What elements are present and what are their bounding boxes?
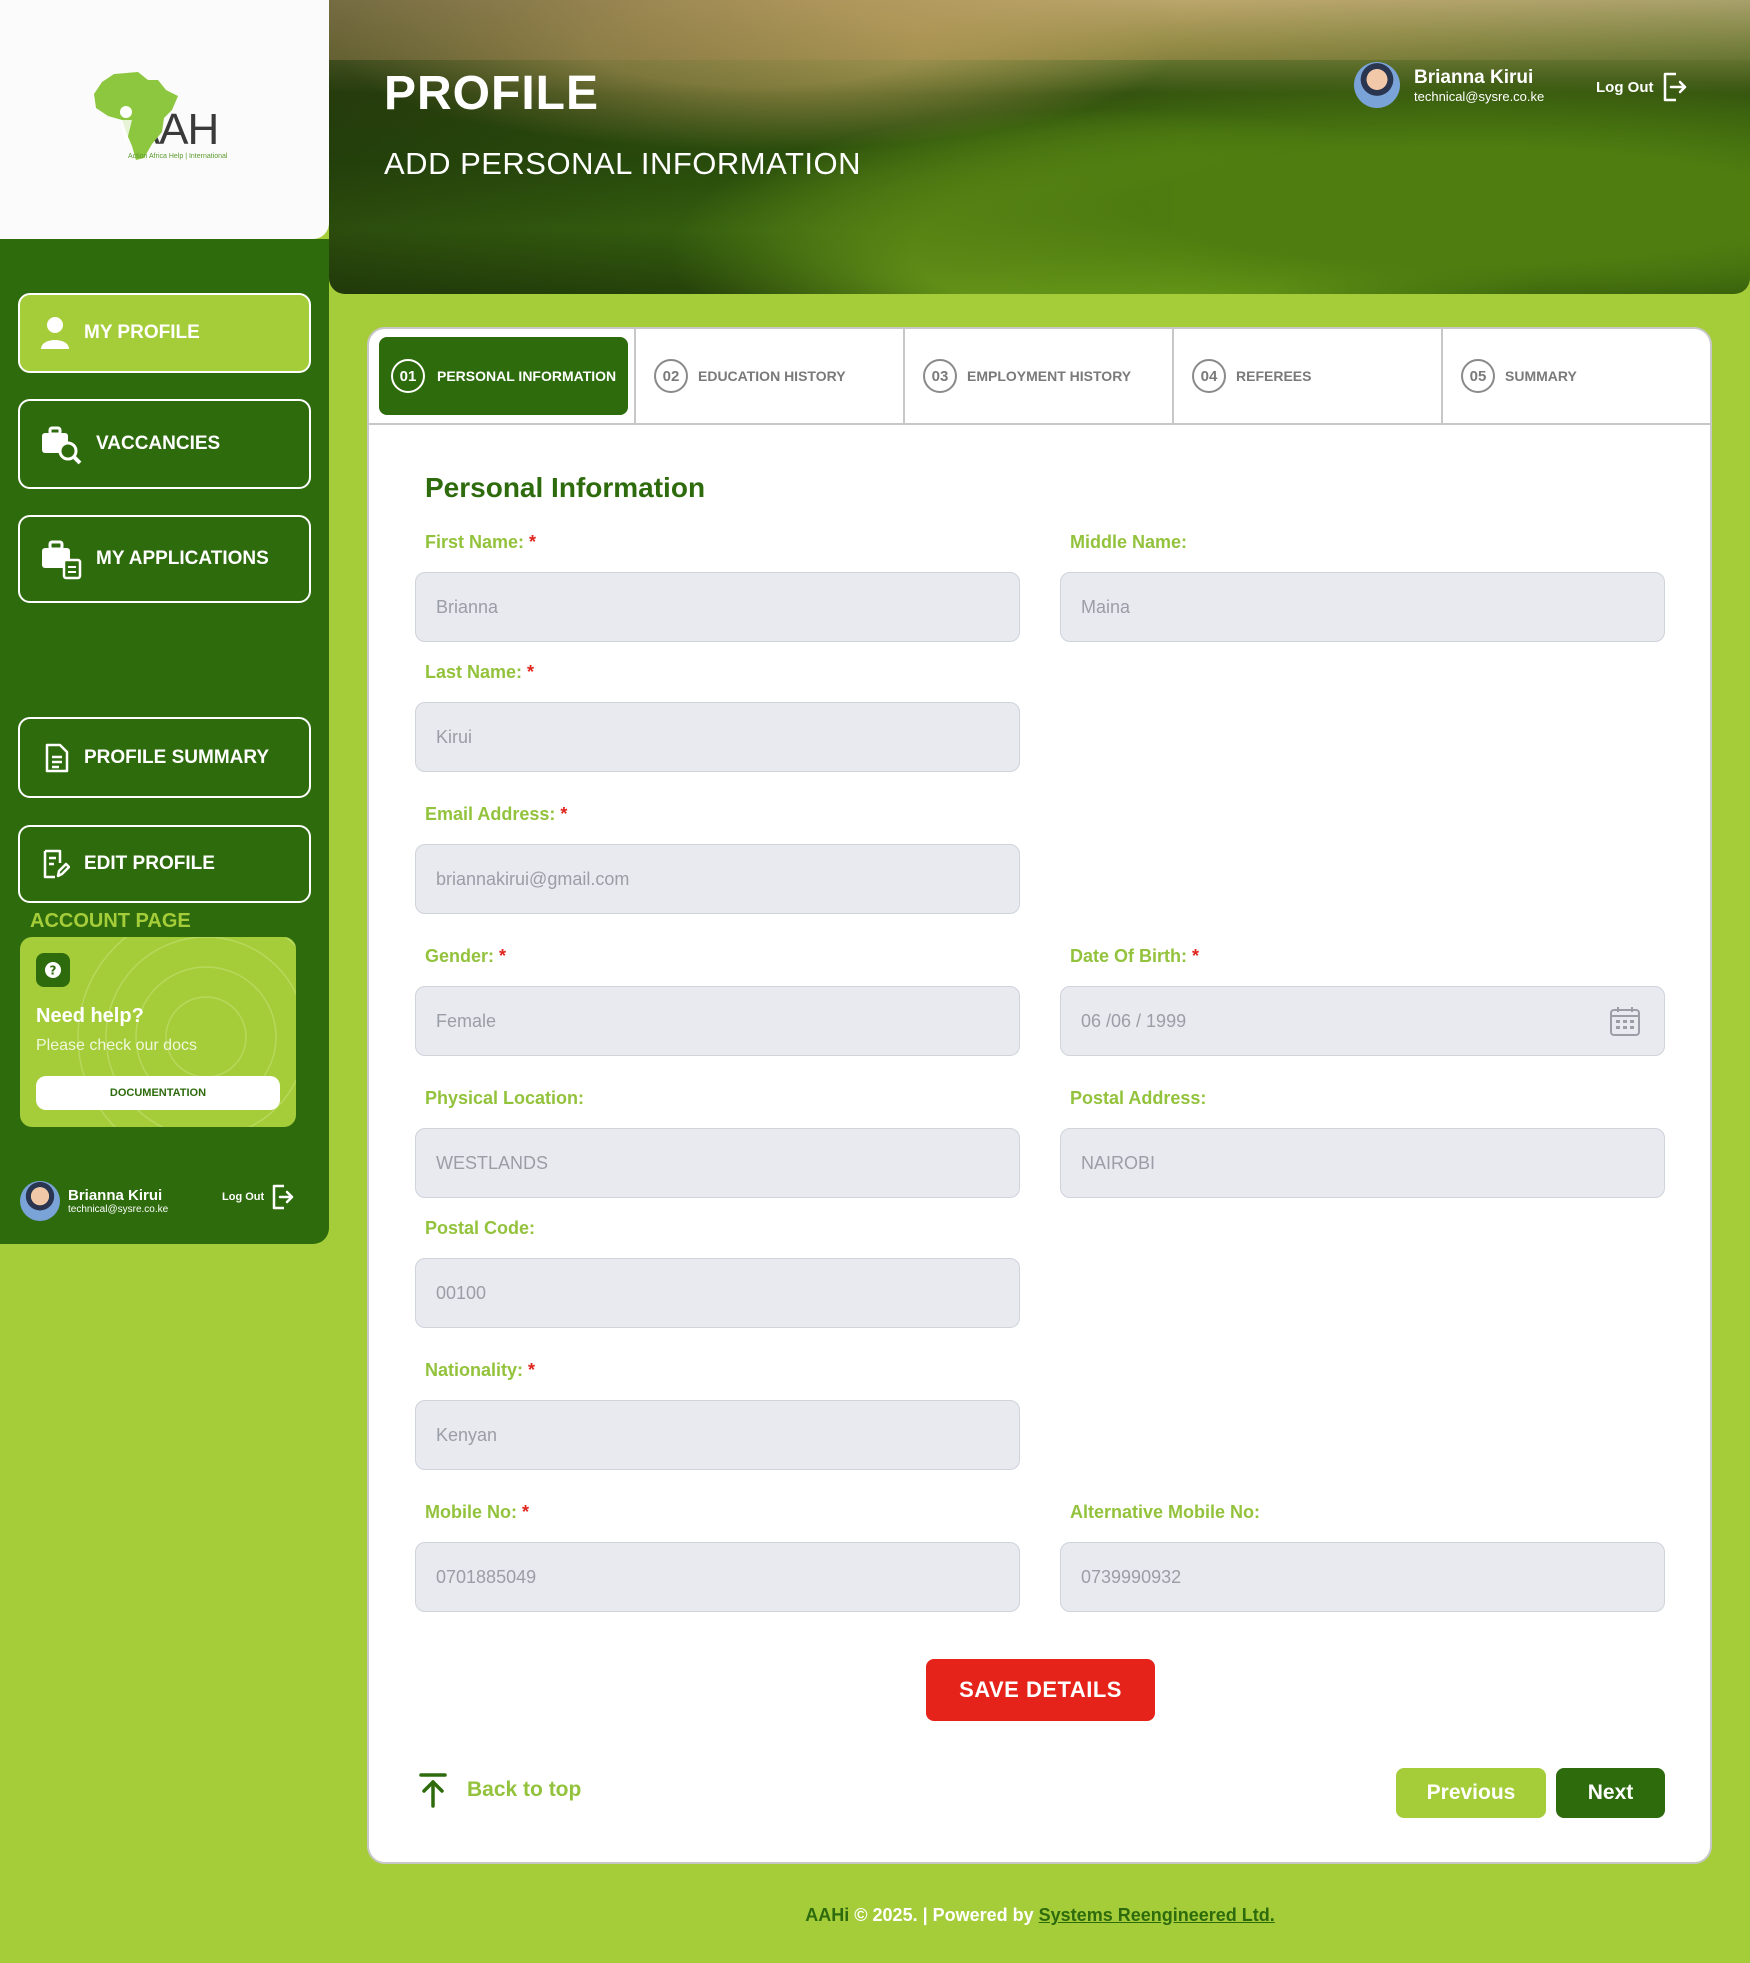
- sidebar-item-label: MY PROFILE: [84, 322, 200, 343]
- step-number: 02: [654, 359, 688, 393]
- physical-location-label: Physical Location:: [425, 1088, 585, 1108]
- mobile-field[interactable]: [415, 1542, 1020, 1612]
- middle-name-label: Middle Name:: [1070, 532, 1188, 552]
- footer-brand: AAHi: [805, 1905, 850, 1925]
- sidebar: MY PROFILE VACCANCIES MY APPLICATIONS AC…: [0, 239, 329, 1244]
- tab-education-history[interactable]: 02 EDUCATION HISTORY: [636, 329, 905, 423]
- save-details-button[interactable]: SAVE DETAILS: [926, 1659, 1155, 1721]
- help-title: Need help?: [36, 1005, 144, 1027]
- footer-text: © 2025. | Powered by: [849, 1905, 1039, 1925]
- logout-icon: [272, 1184, 294, 1210]
- briefcase-search-icon: [42, 426, 82, 465]
- alt-mobile-field[interactable]: [1060, 1542, 1665, 1612]
- sidebar-user-email: technical@sysre.co.ke: [68, 1204, 169, 1215]
- last-name-label: Last Name: *: [425, 662, 535, 682]
- header-user-profile[interactable]: Brianna Kirui technical@sysre.co.ke: [1354, 62, 1544, 108]
- step-number: 04: [1192, 359, 1226, 393]
- section-title: Personal Information: [425, 472, 706, 503]
- tab-summary[interactable]: 05 SUMMARY: [1443, 329, 1710, 423]
- postal-address-label: Postal Address:: [1070, 1088, 1207, 1108]
- profile-form-card: 01 PERSONAL INFORMATION 02 EDUCATION HIS…: [367, 327, 1712, 1864]
- footer-link[interactable]: Systems Reengineered Ltd.: [1039, 1905, 1275, 1925]
- nationality-label: Nationality: *: [425, 1360, 536, 1380]
- header-banner: PROFILE ADD PERSONAL INFORMATION Brianna…: [329, 0, 1750, 294]
- header-user-email: technical@sysre.co.ke: [1414, 88, 1545, 104]
- tab-employment-history[interactable]: 03 EMPLOYMENT HISTORY: [905, 329, 1174, 423]
- step-number: 01: [391, 359, 425, 393]
- help-question-icon: ?: [36, 953, 70, 987]
- sidebar-item-label: EDIT PROFILE: [84, 853, 215, 874]
- first-name-label: First Name: *: [425, 532, 537, 552]
- sidebar-item-profile-summary[interactable]: PROFILE SUMMARY: [18, 717, 311, 798]
- africa-map-icon: [94, 72, 178, 160]
- postal-code-label: Postal Code:: [425, 1218, 536, 1238]
- dob-field[interactable]: [1060, 986, 1665, 1056]
- sidebar-item-vaccancies[interactable]: VACCANCIES: [18, 399, 311, 489]
- help-subtitle: Please check our docs: [36, 1037, 197, 1054]
- physical-location-field[interactable]: [415, 1128, 1020, 1198]
- sidebar-logout-button[interactable]: Log Out: [222, 1184, 294, 1210]
- sidebar-item-edit-profile[interactable]: EDIT PROFILE: [18, 825, 311, 903]
- postal-address-field[interactable]: [1060, 1128, 1665, 1198]
- step-label: PERSONAL INFORMATION: [437, 368, 617, 384]
- arrow-up-icon: [419, 1773, 447, 1808]
- header-user-name: Brianna Kirui: [1414, 66, 1534, 88]
- step-tabs: 01 PERSONAL INFORMATION 02 EDUCATION HIS…: [369, 329, 1710, 425]
- sidebar-user-name: Brianna Kirui: [68, 1187, 163, 1204]
- last-name-field[interactable]: [415, 702, 1020, 772]
- postal-code-field[interactable]: [415, 1258, 1020, 1328]
- tab-referees[interactable]: 04 REFEREES: [1174, 329, 1443, 423]
- tab-personal-information[interactable]: 01 PERSONAL INFORMATION: [369, 329, 636, 423]
- avatar: [1354, 62, 1400, 108]
- back-to-top-link[interactable]: Back to top: [419, 1772, 581, 1808]
- briefcase-doc-icon: [42, 540, 82, 580]
- step-number: 03: [923, 359, 957, 393]
- sidebar-item-my-profile[interactable]: MY PROFILE: [18, 293, 311, 373]
- documentation-button[interactable]: DOCUMENTATION: [36, 1076, 280, 1110]
- account-page-heading: ACCOUNT PAGE: [30, 910, 191, 932]
- document-icon: [45, 743, 69, 772]
- step-number: 05: [1461, 359, 1495, 393]
- logout-label: Log Out: [222, 1191, 265, 1203]
- sidebar-item-label: MY APPLICATIONS: [96, 548, 269, 569]
- sidebar-item-label: PROFILE SUMMARY: [84, 746, 270, 768]
- sidebar-item-label: VACCANCIES: [96, 433, 221, 454]
- sidebar-item-my-applications[interactable]: MY APPLICATIONS: [18, 515, 311, 603]
- edit-document-icon: [43, 849, 70, 879]
- footer: AAHi © 2025. | Powered by Systems Reengi…: [0, 1905, 1750, 1926]
- middle-name-field[interactable]: [1060, 572, 1665, 642]
- step-label: EMPLOYMENT HISTORY: [967, 368, 1132, 384]
- step-label: SUMMARY: [1505, 368, 1577, 384]
- avatar: [20, 1181, 60, 1221]
- logo-tagline: Action Africa Help | International: [128, 153, 228, 160]
- logout-label: Log Out: [1596, 78, 1654, 96]
- calendar-icon[interactable]: [1609, 1005, 1641, 1037]
- next-button[interactable]: Next: [1556, 1768, 1665, 1818]
- header-logout-button[interactable]: Log Out: [1596, 72, 1687, 102]
- first-name-field[interactable]: [415, 572, 1020, 642]
- sidebar-user-profile[interactable]: Brianna Kirui technical@sysre.co.ke: [20, 1181, 168, 1221]
- dob-label: Date Of Birth: *: [1070, 946, 1200, 966]
- gender-field[interactable]: [415, 986, 1020, 1056]
- email-field[interactable]: [415, 844, 1020, 914]
- page-title: PROFILE: [384, 67, 600, 120]
- svg-text:?: ?: [50, 964, 57, 978]
- logo[interactable]: AAH Action Africa Help | International: [0, 0, 329, 239]
- help-card: ? Need help? Please check our docs DOCUM…: [20, 937, 296, 1127]
- previous-button[interactable]: Previous: [1396, 1768, 1546, 1818]
- step-label: EDUCATION HISTORY: [698, 368, 846, 384]
- logout-icon: [1664, 72, 1687, 102]
- page-subtitle: ADD PERSONAL INFORMATION: [384, 146, 862, 181]
- step-label: REFEREES: [1236, 368, 1312, 384]
- email-label: Email Address: *: [425, 804, 568, 824]
- gender-label: Gender: *: [425, 946, 507, 966]
- alt-mobile-label: Alternative Mobile No:: [1070, 1502, 1261, 1522]
- nationality-field[interactable]: [415, 1400, 1020, 1470]
- back-to-top-label: Back to top: [467, 1778, 582, 1801]
- mobile-label: Mobile No: *: [425, 1502, 530, 1522]
- user-icon: [41, 317, 69, 349]
